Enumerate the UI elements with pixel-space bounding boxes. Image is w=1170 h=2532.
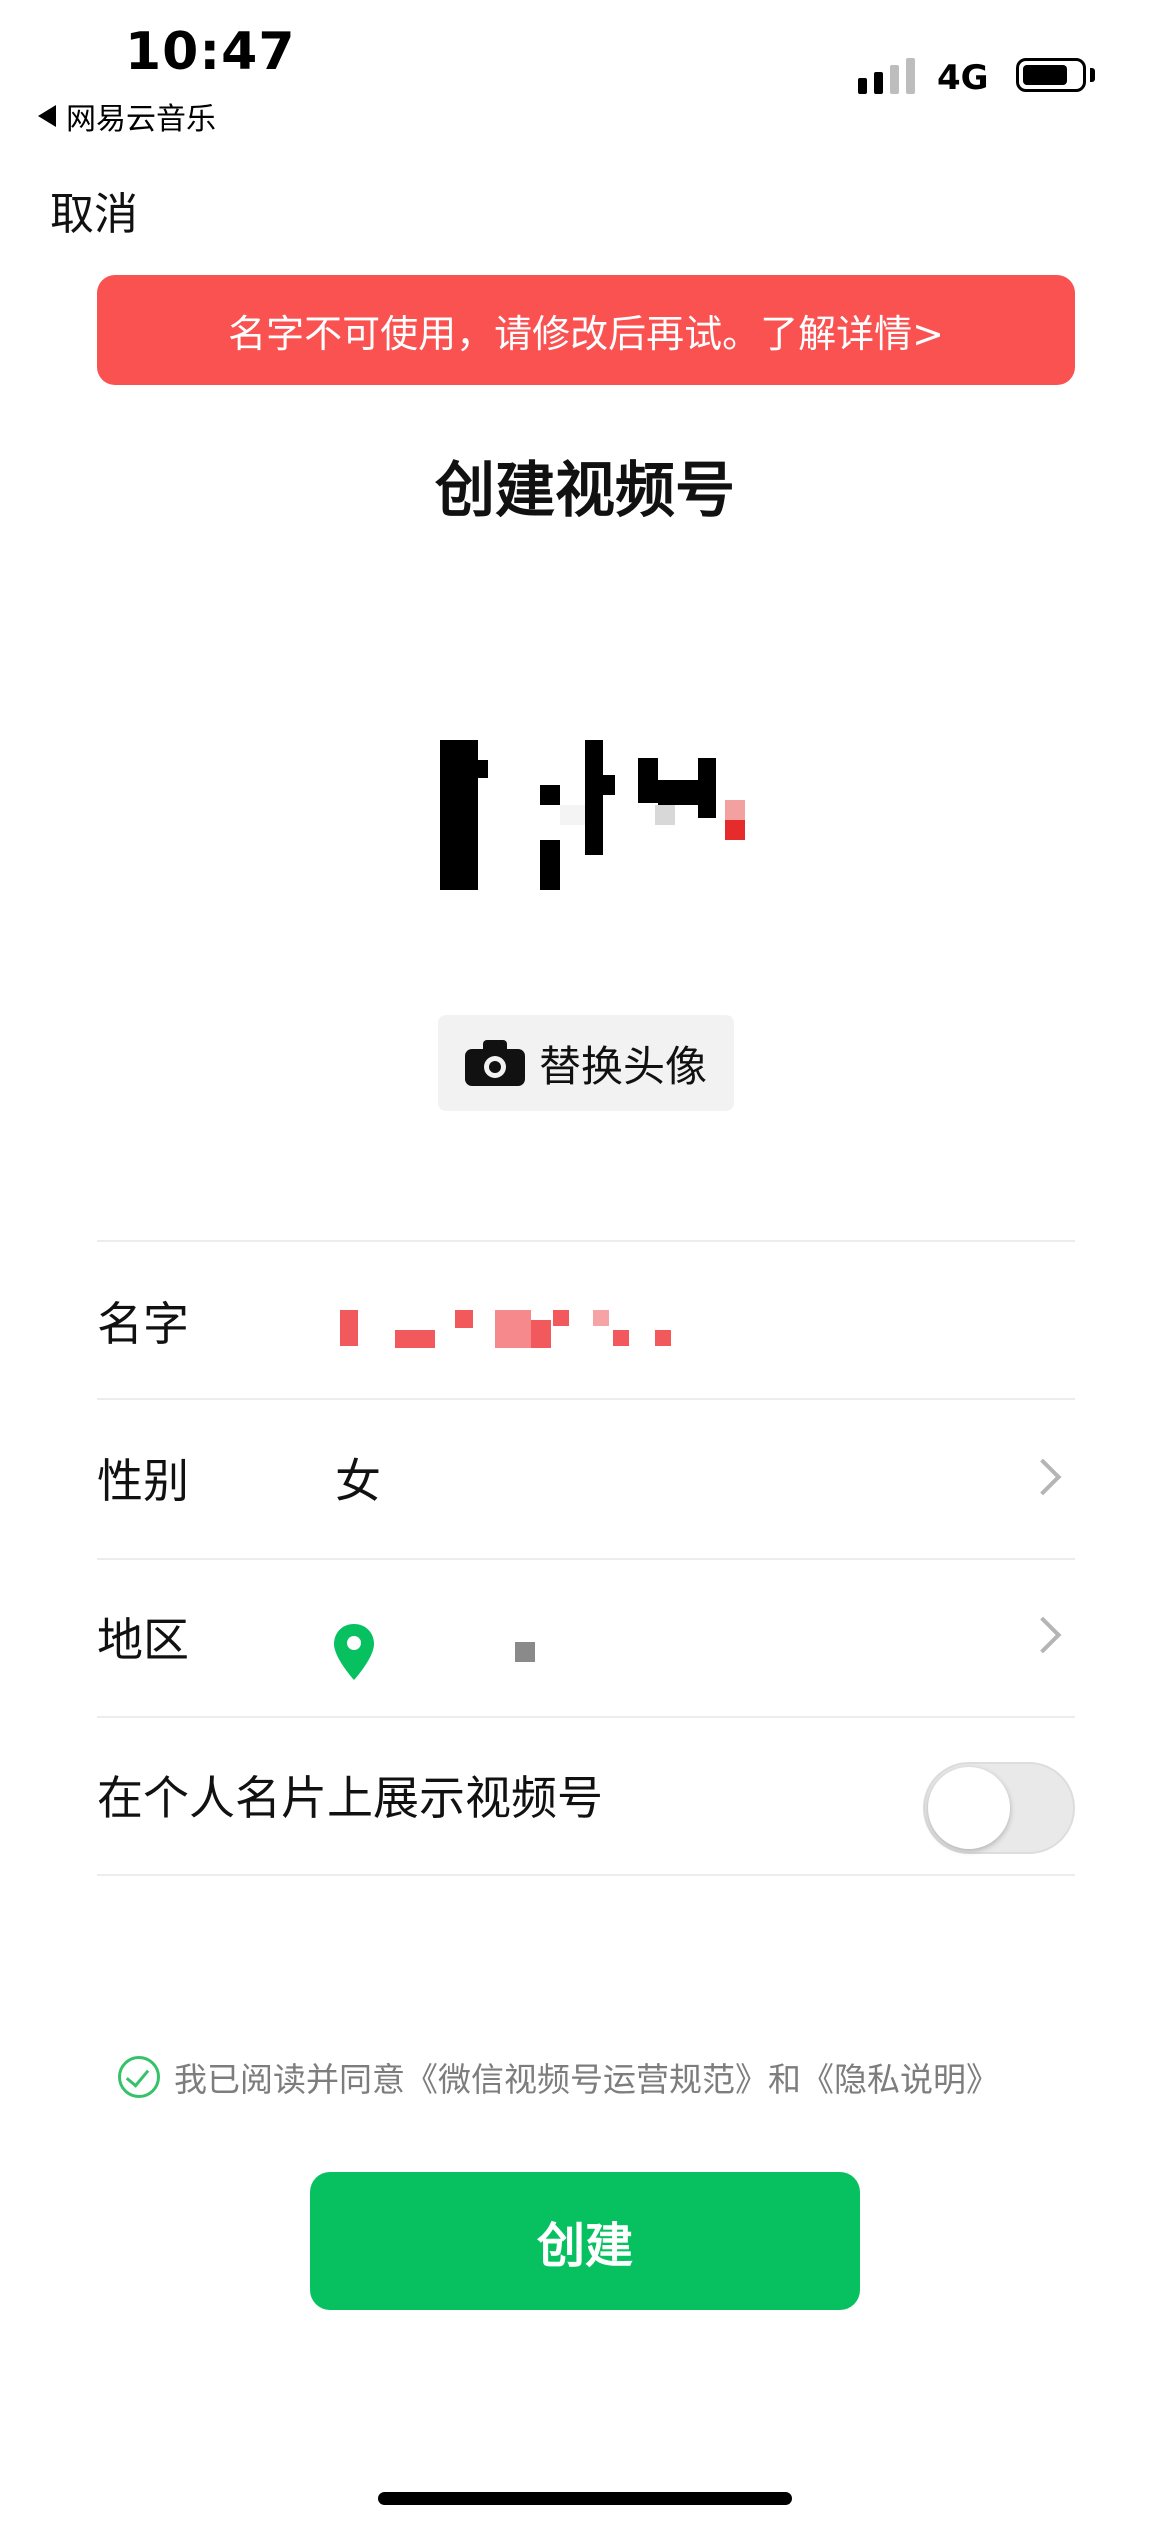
gender-label: 性别 <box>97 1454 189 1508</box>
status-time: 10:47 <box>125 22 296 82</box>
agreement-conjunction: 和 <box>768 2060 801 2099</box>
avatar[interactable] <box>440 740 750 890</box>
cancel-button[interactable]: 取消 <box>50 178 138 242</box>
camera-icon <box>464 1040 525 1086</box>
battery-icon <box>1016 58 1086 92</box>
create-button[interactable]: 创建 <box>310 2172 860 2310</box>
name-input[interactable] <box>335 1300 1055 1380</box>
location-pin-icon <box>334 1624 374 1680</box>
divider <box>97 1716 1075 1718</box>
gender-value: 女 <box>335 1454 381 1508</box>
rules-link[interactable]: 《微信视频号运营规范》 <box>405 2060 768 2099</box>
back-to-app-link[interactable]: 网易云音乐 <box>38 94 216 138</box>
change-avatar-button[interactable]: 替换头像 <box>438 1015 734 1111</box>
show-on-card-label: 在个人名片上展示视频号 <box>97 1771 603 1825</box>
page-title: 创建视频号 <box>435 456 735 526</box>
network-type: 4G <box>937 58 989 98</box>
agreement-prefix: 我已阅读并同意 <box>174 2060 405 2099</box>
change-avatar-label: 替换头像 <box>538 1041 707 1091</box>
cellular-signal-icon <box>858 58 915 94</box>
back-triangle-icon <box>38 105 56 127</box>
region-value-redacted <box>515 1642 535 1662</box>
home-indicator <box>378 2492 792 2505</box>
error-banner[interactable]: 名字不可使用，请修改后再试。了解详情> <box>97 275 1075 385</box>
back-app-label: 网易云音乐 <box>66 102 216 137</box>
region-label: 地区 <box>97 1613 189 1667</box>
agreement-row: 我已阅读并同意《微信视频号运营规范》和《隐私说明》 <box>118 2053 999 2101</box>
gender-row[interactable] <box>97 1400 1075 1560</box>
name-label: 名字 <box>97 1297 189 1351</box>
privacy-link[interactable]: 《隐私说明》 <box>801 2060 999 2099</box>
show-on-card-toggle[interactable] <box>923 1762 1075 1854</box>
agreement-checkbox[interactable] <box>118 2056 160 2098</box>
region-row[interactable] <box>97 1560 1075 1720</box>
divider <box>97 1240 1075 1242</box>
divider <box>97 1874 1075 1876</box>
battery-tip-icon <box>1090 68 1095 82</box>
